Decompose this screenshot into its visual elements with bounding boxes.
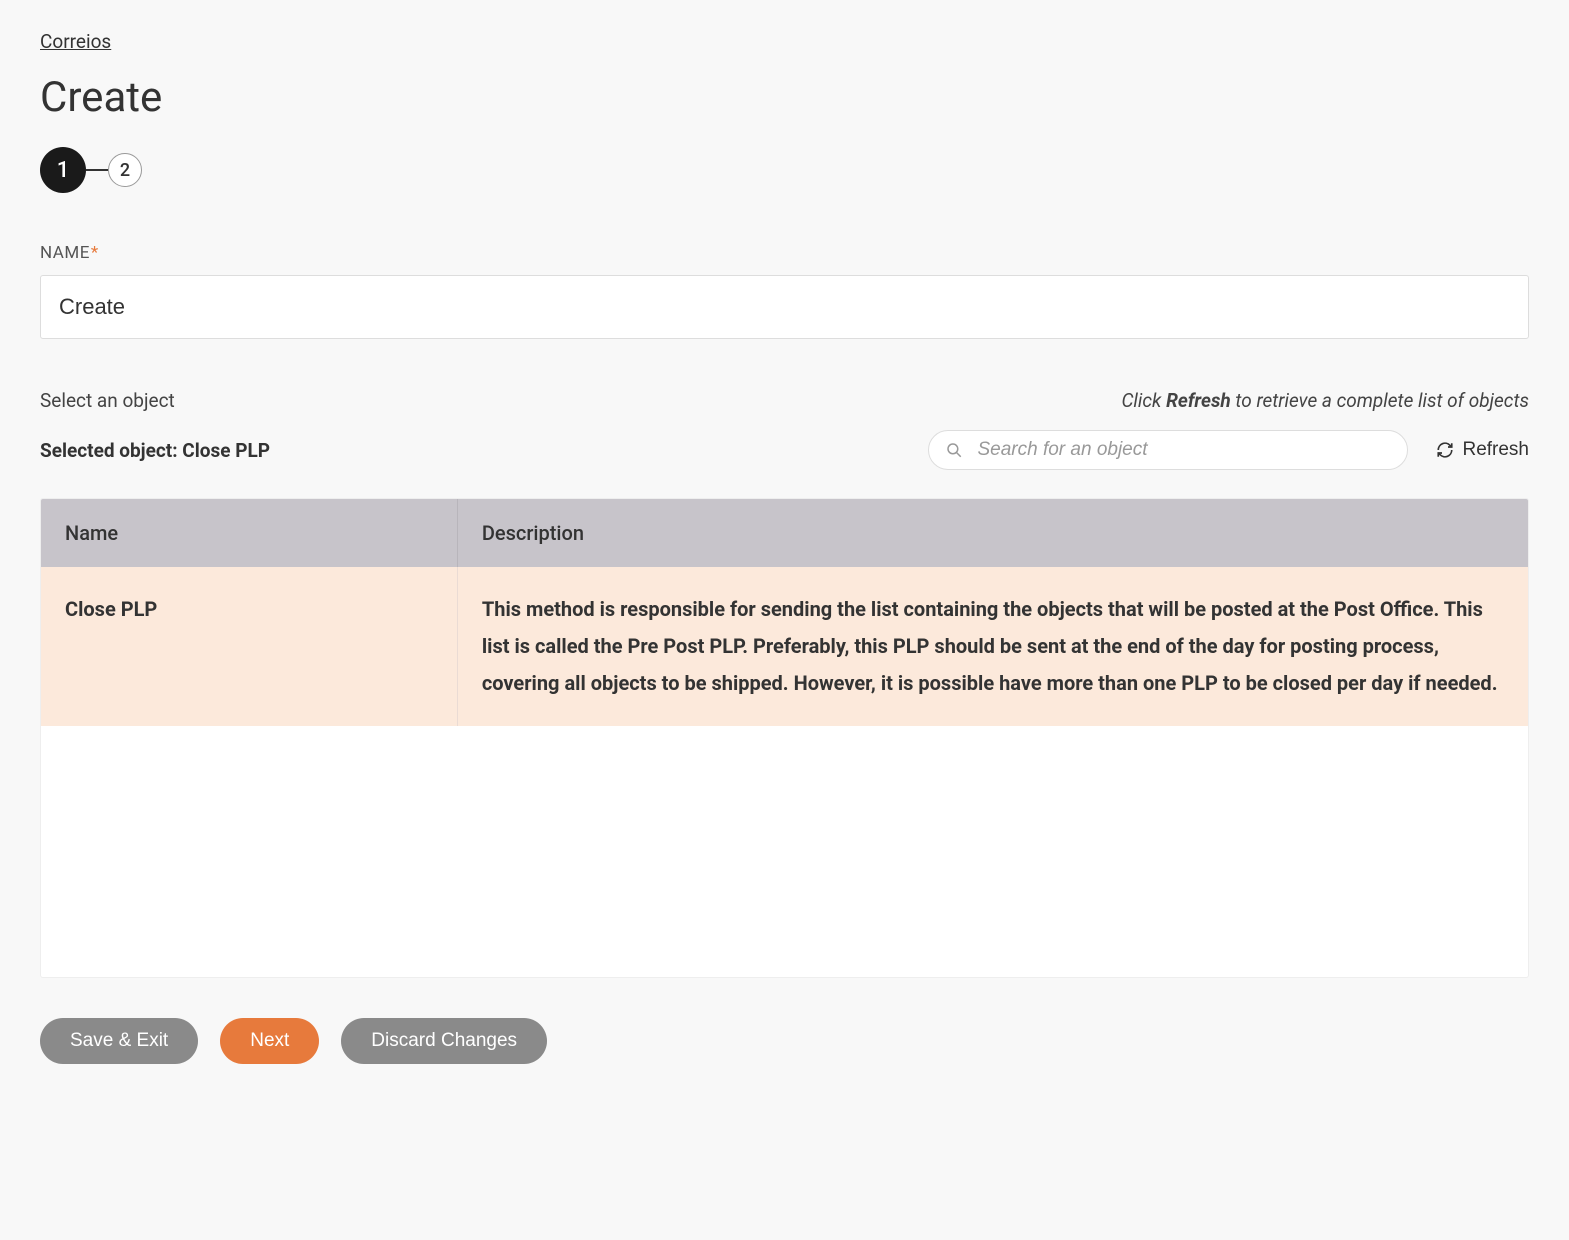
step-2[interactable]: 2 [108,153,142,187]
search-icon [945,441,963,459]
refresh-hint: Click Refresh to retrieve a complete lis… [1121,389,1529,412]
object-table-container: Name Description Close PLP This method i… [40,498,1529,978]
required-indicator: * [91,243,99,263]
name-input[interactable] [40,275,1529,339]
search-box[interactable] [928,430,1408,470]
name-label-text: NAME [40,243,90,263]
object-table: Name Description Close PLP This method i… [41,499,1528,726]
step-1[interactable]: 1 [40,147,86,193]
hint-bold: Refresh [1166,389,1231,412]
selected-value: Close PLP [182,439,270,462]
refresh-label: Refresh [1462,439,1529,461]
selected-prefix: Selected object: [40,439,182,462]
selected-object-text: Selected object: Close PLP [40,439,270,462]
table-row[interactable]: Close PLP This method is responsible for… [41,567,1528,726]
step-connector [86,169,108,171]
breadcrumb-link[interactable]: Correios [40,30,111,53]
discard-button[interactable]: Discard Changes [341,1018,547,1064]
button-row: Save & Exit Next Discard Changes [40,1018,1529,1064]
name-label: NAME* [40,243,1529,263]
page-title: Create [40,73,1529,122]
refresh-button[interactable]: Refresh [1436,439,1529,461]
search-input[interactable] [977,439,1387,461]
table-header-name[interactable]: Name [41,499,457,567]
row-name: Close PLP [41,567,457,726]
stepper: 1 2 [40,147,1529,193]
hint-suffix: to retrieve a complete list of objects [1231,389,1529,412]
select-object-label: Select an object [40,389,175,412]
table-header-description[interactable]: Description [457,499,1528,567]
hint-prefix: Click [1121,389,1166,412]
row-description: This method is responsible for sending t… [457,567,1528,726]
next-button[interactable]: Next [220,1018,319,1064]
refresh-icon [1436,441,1454,459]
save-exit-button[interactable]: Save & Exit [40,1018,198,1064]
